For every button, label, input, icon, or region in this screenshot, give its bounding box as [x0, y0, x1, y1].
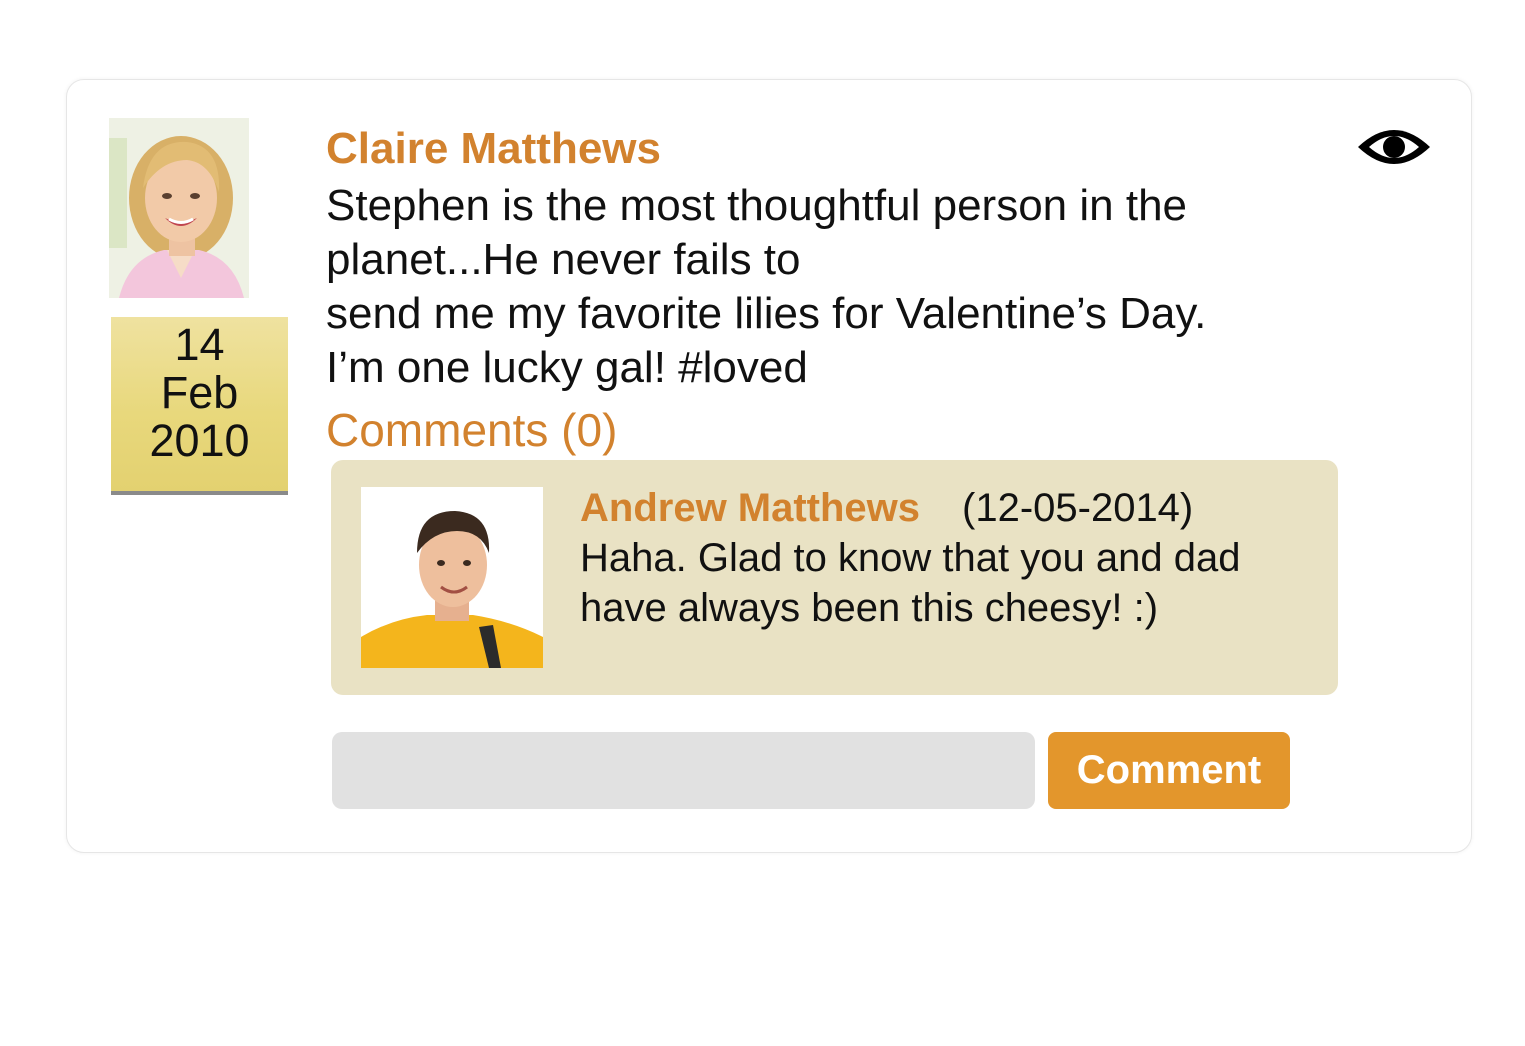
comment-author-avatar[interactable] [361, 487, 543, 668]
post-body: Stephen is the most thoughtful person in… [326, 179, 1316, 395]
comment-date: (12-05-2014) [962, 486, 1194, 530]
post-date-year: 2010 [149, 415, 250, 466]
post-text-line: send me my favorite lilies for Valentine… [326, 289, 1207, 338]
comment-text-line: have always been this cheesy! :) [580, 586, 1159, 630]
eye-icon[interactable] [1355, 121, 1433, 173]
comment-text-line: Haha. Glad to know that you and dad [580, 536, 1241, 580]
post-date-month: Feb [160, 367, 239, 418]
post-date-note: 14 Feb 2010 [111, 317, 288, 495]
post-text-line: I’m one lucky gal! #loved [326, 343, 808, 392]
post-text-line: Stephen is the most thoughtful person in… [326, 181, 1188, 230]
comment-button[interactable]: Comment [1048, 732, 1290, 809]
man-portrait-image [361, 487, 543, 668]
post-author-name[interactable]: Claire Matthews [326, 124, 661, 174]
comments-count-link[interactable]: Comments (0) [326, 403, 617, 457]
comment-author-name[interactable]: Andrew Matthews [580, 486, 920, 531]
post-author-avatar[interactable] [109, 118, 249, 298]
post-text-line: planet...He never fails to [326, 235, 801, 284]
comment-input[interactable] [332, 732, 1035, 809]
comment-body: Haha. Glad to know that you and dad have… [580, 533, 1320, 633]
post-date-day: 14 [174, 319, 225, 370]
woman-portrait-image [109, 118, 249, 298]
